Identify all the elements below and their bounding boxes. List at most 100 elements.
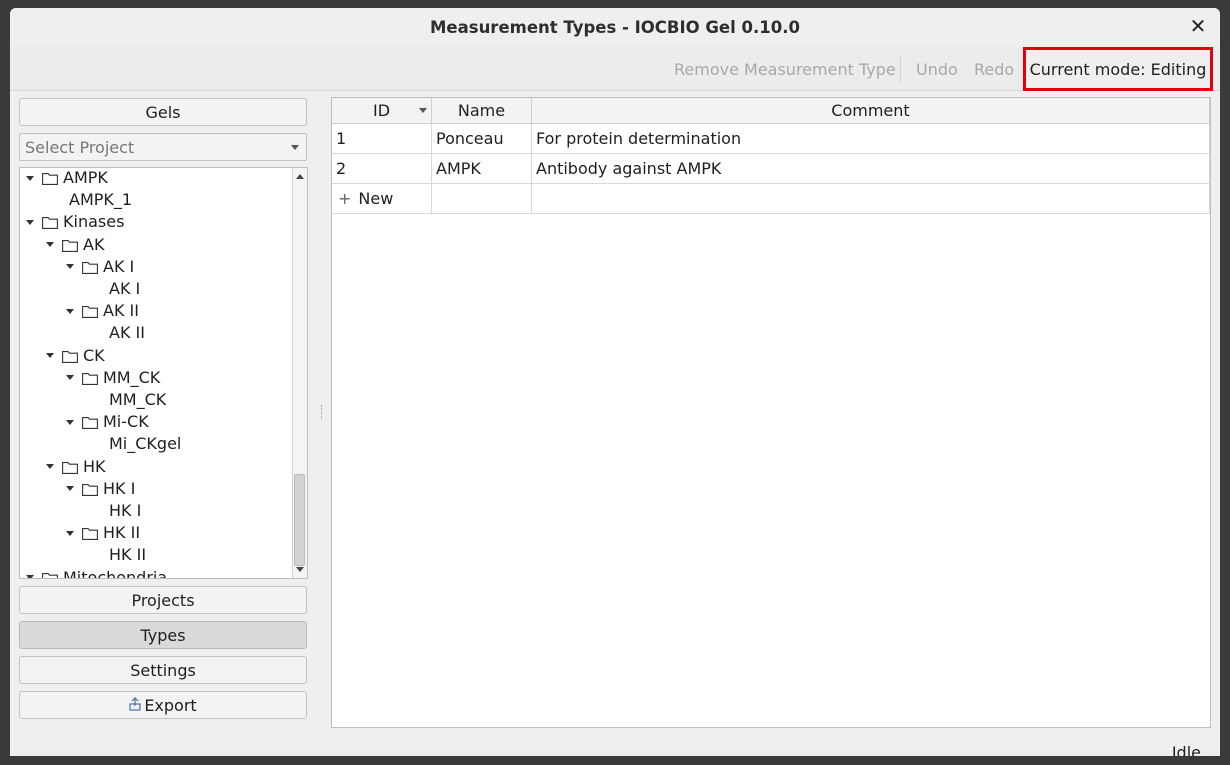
scrollbar-thumb[interactable] <box>294 474 305 566</box>
tree-item-label: AK <box>83 234 105 254</box>
new-row-comment-cell[interactable] <box>532 184 1210 214</box>
cell-comment[interactable]: For protein determination <box>532 124 1210 154</box>
expand-caret-icon[interactable] <box>26 175 34 181</box>
tree-item-label: Mi-CK <box>103 412 149 432</box>
select-project-label: Select Project <box>25 137 135 157</box>
column-header-name[interactable]: Name <box>432 98 532 124</box>
expand-caret-icon[interactable] <box>66 375 74 381</box>
tree-folder-item[interactable]: Kinases <box>26 211 124 233</box>
tree-folder-item[interactable]: MM_CK <box>66 367 160 389</box>
types-button-label: Types <box>140 625 186 645</box>
settings-button-label: Settings <box>130 660 196 680</box>
tree-folder-item[interactable]: Mitochondria <box>26 567 167 578</box>
tree-folder-item[interactable]: AK I <box>66 256 134 278</box>
tree-folder-item[interactable]: AK <box>46 234 104 256</box>
tree-leaf-item[interactable]: Mi_CKgel <box>109 433 181 455</box>
scroll-up-icon[interactable] <box>296 174 304 179</box>
folder-icon <box>62 350 78 363</box>
table-row[interactable]: 2 AMPK Antibody against AMPK <box>332 154 1210 184</box>
cell-name[interactable]: AMPK <box>432 154 532 184</box>
tree-folder-item[interactable]: HK II <box>66 522 140 544</box>
window-title: Measurement Types - IOCBIO Gel 0.10.0 <box>430 17 800 37</box>
tree-item-label: AMPK_1 <box>69 190 133 210</box>
tree-item-label: MM_CK <box>109 390 167 409</box>
tree-item-label: CK <box>83 345 105 365</box>
sort-down-icon <box>419 108 427 113</box>
expand-caret-icon[interactable] <box>66 530 74 536</box>
splitter-handle[interactable] <box>321 405 324 419</box>
measurement-types-table: ID Name Comment 1 Ponceau For protein de… <box>331 97 1211 728</box>
title-bar: Measurement Types - IOCBIO Gel 0.10.0 ✕ <box>10 8 1220 46</box>
export-button[interactable]: Export <box>19 691 307 719</box>
expand-caret-icon[interactable] <box>66 419 74 425</box>
projects-button[interactable]: Projects <box>19 586 307 614</box>
tree-item-label: HK I <box>103 478 136 498</box>
tree-scrollbar[interactable] <box>292 168 307 578</box>
current-mode-button[interactable]: Current mode: Editing <box>1023 47 1213 91</box>
tree-leaf-item[interactable]: HK I <box>109 500 141 522</box>
new-row-name-cell[interactable] <box>432 184 532 214</box>
expand-caret-icon[interactable] <box>46 242 54 248</box>
tree-item-label: AK II <box>103 301 139 321</box>
export-icon <box>129 696 141 715</box>
folder-icon <box>82 372 98 385</box>
scroll-down-icon[interactable] <box>296 567 304 572</box>
tree-leaf-item[interactable]: AK II <box>109 322 145 344</box>
chevron-down-icon <box>291 145 299 150</box>
tree-item-label: HK I <box>109 501 142 520</box>
folder-icon <box>82 527 98 541</box>
folder-icon <box>62 461 78 474</box>
folder-icon <box>42 172 58 185</box>
plus-icon: + <box>338 189 352 208</box>
remove-measurement-type-button[interactable]: Remove Measurement Type <box>674 60 896 79</box>
gels-button[interactable]: Gels <box>19 98 307 126</box>
tree-leaf-item[interactable]: AMPK_1 <box>69 189 132 211</box>
tree-leaf-item[interactable]: MM_CK <box>109 389 166 411</box>
expand-caret-icon[interactable] <box>26 219 34 225</box>
folder-icon <box>82 483 98 496</box>
expand-caret-icon[interactable] <box>46 464 54 470</box>
tree-leaf-item[interactable]: HK II <box>109 544 146 566</box>
expand-caret-icon[interactable] <box>26 575 34 578</box>
expand-caret-icon[interactable] <box>46 353 54 359</box>
current-mode-label: Current mode: Editing <box>1029 59 1207 79</box>
column-header-id[interactable]: ID <box>332 98 432 124</box>
cell-id[interactable]: 2 <box>332 154 432 184</box>
redo-button[interactable]: Redo <box>974 60 1014 79</box>
tree-item-label: MM_CK <box>103 367 161 387</box>
gel-tree[interactable]: Mitochondria HK II HK II HK I HK I HK Mi_CKgel… <box>19 167 308 579</box>
tree-leaf-item[interactable]: AK I <box>109 278 140 300</box>
new-row[interactable]: + New <box>332 184 1210 214</box>
types-button[interactable]: Types <box>19 621 307 649</box>
table-row[interactable]: 1 Ponceau For protein determination <box>332 124 1210 154</box>
folder-icon <box>62 239 78 252</box>
close-icon[interactable]: ✕ <box>1188 16 1208 36</box>
undo-button[interactable]: Undo <box>916 60 958 79</box>
export-button-label: Export <box>144 695 197 715</box>
tree-folder-item[interactable]: CK <box>46 345 105 367</box>
tree-folder-item[interactable]: Mi-CK <box>66 411 149 433</box>
expand-caret-icon[interactable] <box>66 308 74 314</box>
folder-icon <box>82 305 98 319</box>
tree-item-label: HK II <box>109 545 147 565</box>
expand-caret-icon[interactable] <box>66 486 74 492</box>
column-header-name-label: Name <box>457 101 506 120</box>
tree-folder-item[interactable]: AK II <box>66 300 139 322</box>
folder-icon <box>82 416 98 430</box>
expand-caret-icon[interactable] <box>66 264 74 270</box>
cell-id[interactable]: 1 <box>332 124 432 154</box>
folder-icon <box>42 216 58 230</box>
tree-folder-item[interactable]: HK I <box>66 478 135 500</box>
tree-folder-item[interactable]: AMPK <box>26 168 108 189</box>
column-header-comment[interactable]: Comment <box>532 98 1210 124</box>
status-text: Idle <box>1171 743 1201 756</box>
cell-comment[interactable]: Antibody against AMPK <box>532 154 1210 184</box>
cell-name[interactable]: Ponceau <box>432 124 532 154</box>
settings-button[interactable]: Settings <box>19 656 307 684</box>
column-header-id-label: ID <box>372 101 391 120</box>
select-project-dropdown[interactable]: Select Project <box>19 133 307 161</box>
new-row-cell[interactable]: + New <box>332 184 432 214</box>
gels-button-label: Gels <box>145 102 181 122</box>
tree-folder-item[interactable]: HK <box>46 456 106 478</box>
toolbar-separator <box>900 56 901 82</box>
